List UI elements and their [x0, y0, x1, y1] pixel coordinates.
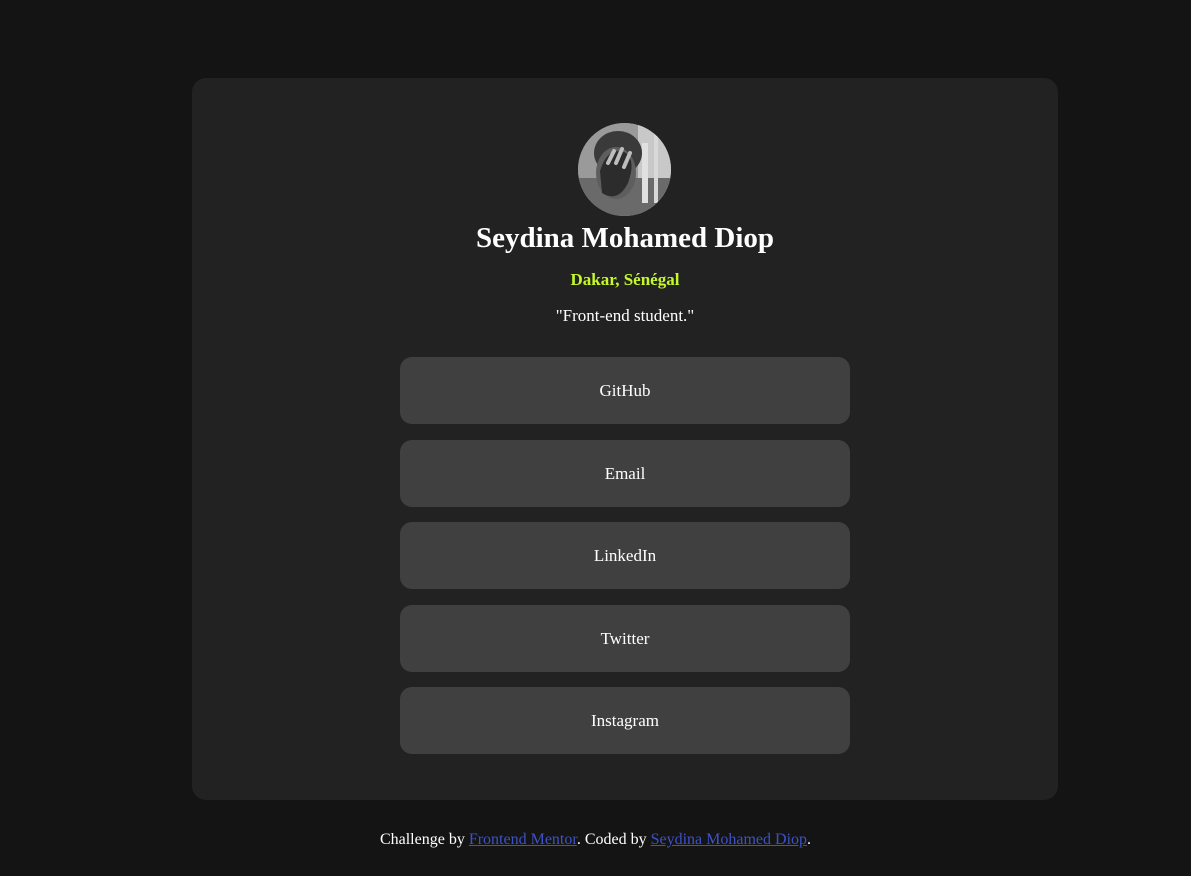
frontend-mentor-link[interactable]: Frontend Mentor — [469, 831, 577, 848]
social-link-item: LinkedIn — [400, 522, 850, 589]
author-link[interactable]: Seydina Mohamed Diop — [651, 831, 807, 848]
twitter-link-button[interactable]: Twitter — [400, 604, 850, 672]
attribution-prefix: Challenge by — [379, 831, 469, 848]
social-links-list: GitHub Email LinkedIn Twitter Instagram — [400, 357, 850, 770]
social-link-item: Email — [400, 439, 850, 507]
email-link-button[interactable]: Email — [400, 439, 850, 507]
attribution-suffix: . — [807, 831, 812, 848]
avatar-photo-icon — [578, 123, 671, 216]
profile-bio: "Front-end student." — [555, 306, 695, 325]
instagram-link-button[interactable]: Instagram — [400, 687, 850, 754]
github-link-button[interactable]: GitHub — [400, 357, 850, 424]
social-link-item: GitHub — [400, 357, 850, 424]
profile-card: Seydina Mohamed Diop Dakar, Sénégal "Fro… — [192, 78, 1058, 800]
social-link-item: Twitter — [400, 604, 850, 672]
linkedin-link-button[interactable]: LinkedIn — [400, 522, 850, 589]
attribution-middle: . Coded by — [576, 831, 651, 848]
profile-name: Seydina Mohamed Diop — [475, 222, 775, 254]
page: Seydina Mohamed Diop Dakar, Sénégal "Fro… — [0, 0, 1191, 876]
avatar — [578, 123, 671, 216]
social-link-item: Instagram — [400, 687, 850, 754]
profile-location: Dakar, Sénégal — [570, 270, 680, 289]
attribution-footer: Challenge by Frontend Mentor. Coded by S… — [0, 829, 1191, 851]
